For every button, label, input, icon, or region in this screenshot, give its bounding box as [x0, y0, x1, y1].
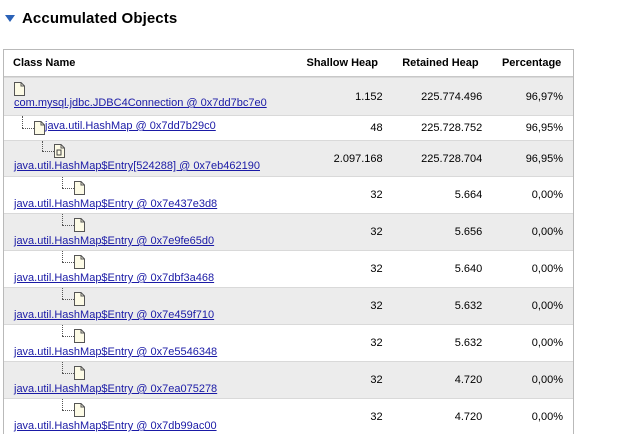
tree-connector [62, 251, 63, 262]
table-row: java.util.HashMap$Entry @ 0x7e459f710 32… [4, 287, 573, 324]
table-row: java.util.HashMap$Entry @ 0x7e9fe65d0 32… [4, 213, 573, 250]
retained-heap-cell: 5.632 [454, 337, 483, 349]
table-row: java.util.HashMap$Entry @ 0x7e437e3d8 32… [4, 176, 573, 213]
percentage-cell: 0,00% [531, 263, 563, 275]
object-link[interactable]: java.util.HashMap$Entry @ 0x7ea075278 [14, 383, 217, 395]
table-header: Class Name Shallow Heap Retained Heap Pe… [4, 50, 573, 77]
shallow-heap-cell: 32 [370, 374, 383, 386]
object-icon [74, 403, 85, 417]
shallow-heap-cell: 48 [370, 122, 383, 134]
retained-heap-cell: 225.728.752 [421, 122, 483, 134]
class-name-cell: java.util.HashMap$Entry @ 0x7e5546348 [4, 325, 294, 361]
object-link[interactable]: java.util.HashMap$Entry[524288] @ 0x7eb4… [14, 160, 260, 172]
shallow-heap-cell: 1.152 [355, 90, 383, 103]
shallow-heap-cell: 32 [370, 189, 383, 201]
tree-connector [62, 188, 74, 189]
tree-connector [22, 116, 23, 128]
tree-connector [62, 399, 63, 410]
disclosure-triangle-icon[interactable] [5, 15, 15, 22]
class-name-cell: java.util.HashMap$Entry @ 0x7dbf3a468 [4, 251, 294, 287]
table-row: java.util.HashMap$Entry @ 0x7e5546348 32… [4, 324, 573, 361]
table-row: com.mysql.jdbc.JDBC4Connection @ 0x7dd7b… [4, 77, 573, 115]
object-icon [74, 329, 85, 343]
class-name-cell: java.util.HashMap$Entry @ 0x7ea075278 [4, 362, 294, 398]
retained-heap-cell: 5.640 [454, 263, 483, 275]
object-icon [74, 366, 85, 380]
object-link[interactable]: java.util.HashMap$Entry @ 0x7e9fe65d0 [14, 235, 214, 247]
class-name-cell: java.util.HashMap$Entry @ 0x7e437e3d8 [4, 177, 294, 213]
percentage-cell: 0,00% [531, 226, 563, 238]
retained-heap-cell: 225.728.704 [421, 152, 483, 165]
object-icon [74, 292, 85, 306]
percentage-cell: 0,00% [531, 300, 563, 312]
table-row: java.util.HashMap @ 0x7dd7b29c0 48 225.7… [4, 115, 573, 140]
retained-heap-cell: 5.664 [454, 189, 483, 201]
object-icon [14, 82, 25, 96]
percentage-cell: 0,00% [531, 189, 563, 201]
shallow-heap-cell: 32 [370, 337, 383, 349]
column-header-shallow-heap[interactable]: Shallow Heap [294, 57, 391, 69]
percentage-cell: 96,95% [525, 122, 563, 134]
object-icon [74, 255, 85, 269]
accumulated-objects-table: Class Name Shallow Heap Retained Heap Pe… [3, 49, 574, 434]
shallow-heap-cell: 32 [370, 226, 383, 238]
percentage-cell: 0,00% [531, 337, 563, 349]
column-header-class-name[interactable]: Class Name [4, 57, 294, 69]
tree-connector [62, 177, 63, 188]
table-row: java.util.HashMap$Entry @ 0x7ea075278 32… [4, 361, 573, 398]
tree-connector [62, 373, 74, 374]
retained-heap-cell: 225.774.496 [421, 90, 483, 103]
tree-connector [62, 225, 74, 226]
object-link[interactable]: com.mysql.jdbc.JDBC4Connection @ 0x7dd7b… [14, 97, 267, 109]
tree-connector [62, 288, 63, 299]
object-icon [74, 218, 85, 232]
tree-connector [42, 151, 54, 152]
section-header[interactable]: Accumulated Objects [5, 8, 177, 28]
tree-connector [62, 362, 63, 373]
tree-connector [62, 410, 74, 411]
tree-connector [62, 262, 74, 263]
column-header-retained-heap[interactable]: Retained Heap [391, 57, 491, 69]
object-link[interactable]: java.util.HashMap$Entry @ 0x7db99ac00 [14, 420, 217, 432]
class-name-cell: java.util.HashMap$Entry[524288] @ 0x7eb4… [4, 141, 294, 176]
table-row: java.util.HashMap$Entry[524288] @ 0x7eb4… [4, 140, 573, 176]
class-name-cell: java.util.HashMap$Entry @ 0x7e459f710 [4, 288, 294, 324]
class-name-cell: java.util.HashMap$Entry @ 0x7e9fe65d0 [4, 214, 294, 250]
shallow-heap-cell: 32 [370, 263, 383, 275]
object-icon [74, 181, 85, 195]
object-link[interactable]: java.util.HashMap$Entry @ 0x7e5546348 [14, 346, 217, 358]
shallow-heap-cell: 32 [370, 300, 383, 312]
retained-heap-cell: 5.632 [454, 300, 483, 312]
tree-connector [42, 141, 43, 151]
percentage-cell: 0,00% [531, 374, 563, 386]
object-icon [34, 121, 45, 135]
percentage-cell: 96,95% [525, 152, 563, 165]
object-link[interactable]: java.util.HashMap$Entry @ 0x7e459f710 [14, 309, 214, 321]
class-name-cell: java.util.HashMap @ 0x7dd7b29c0 [4, 116, 294, 140]
percentage-cell: 96,97% [525, 90, 563, 103]
class-name-cell: com.mysql.jdbc.JDBC4Connection @ 0x7dd7b… [4, 78, 294, 115]
retained-heap-cell: 4.720 [454, 374, 483, 386]
object-link[interactable]: java.util.HashMap$Entry @ 0x7e437e3d8 [14, 198, 217, 210]
tree-connector [62, 214, 63, 225]
column-header-percentage[interactable]: Percentage [490, 57, 573, 69]
retained-heap-cell: 5.656 [454, 226, 483, 238]
table-row: java.util.HashMap$Entry @ 0x7dbf3a468 32… [4, 250, 573, 287]
object-link[interactable]: java.util.HashMap @ 0x7dd7b29c0 [45, 120, 216, 132]
section-title: Accumulated Objects [22, 9, 178, 27]
tree-connector [22, 128, 34, 129]
tree-connector [62, 336, 74, 337]
tree-connector [62, 299, 74, 300]
array-icon [54, 144, 65, 158]
tree-connector [62, 325, 63, 336]
object-link[interactable]: java.util.HashMap$Entry @ 0x7dbf3a468 [14, 272, 214, 284]
shallow-heap-cell: 2.097.168 [333, 152, 383, 165]
